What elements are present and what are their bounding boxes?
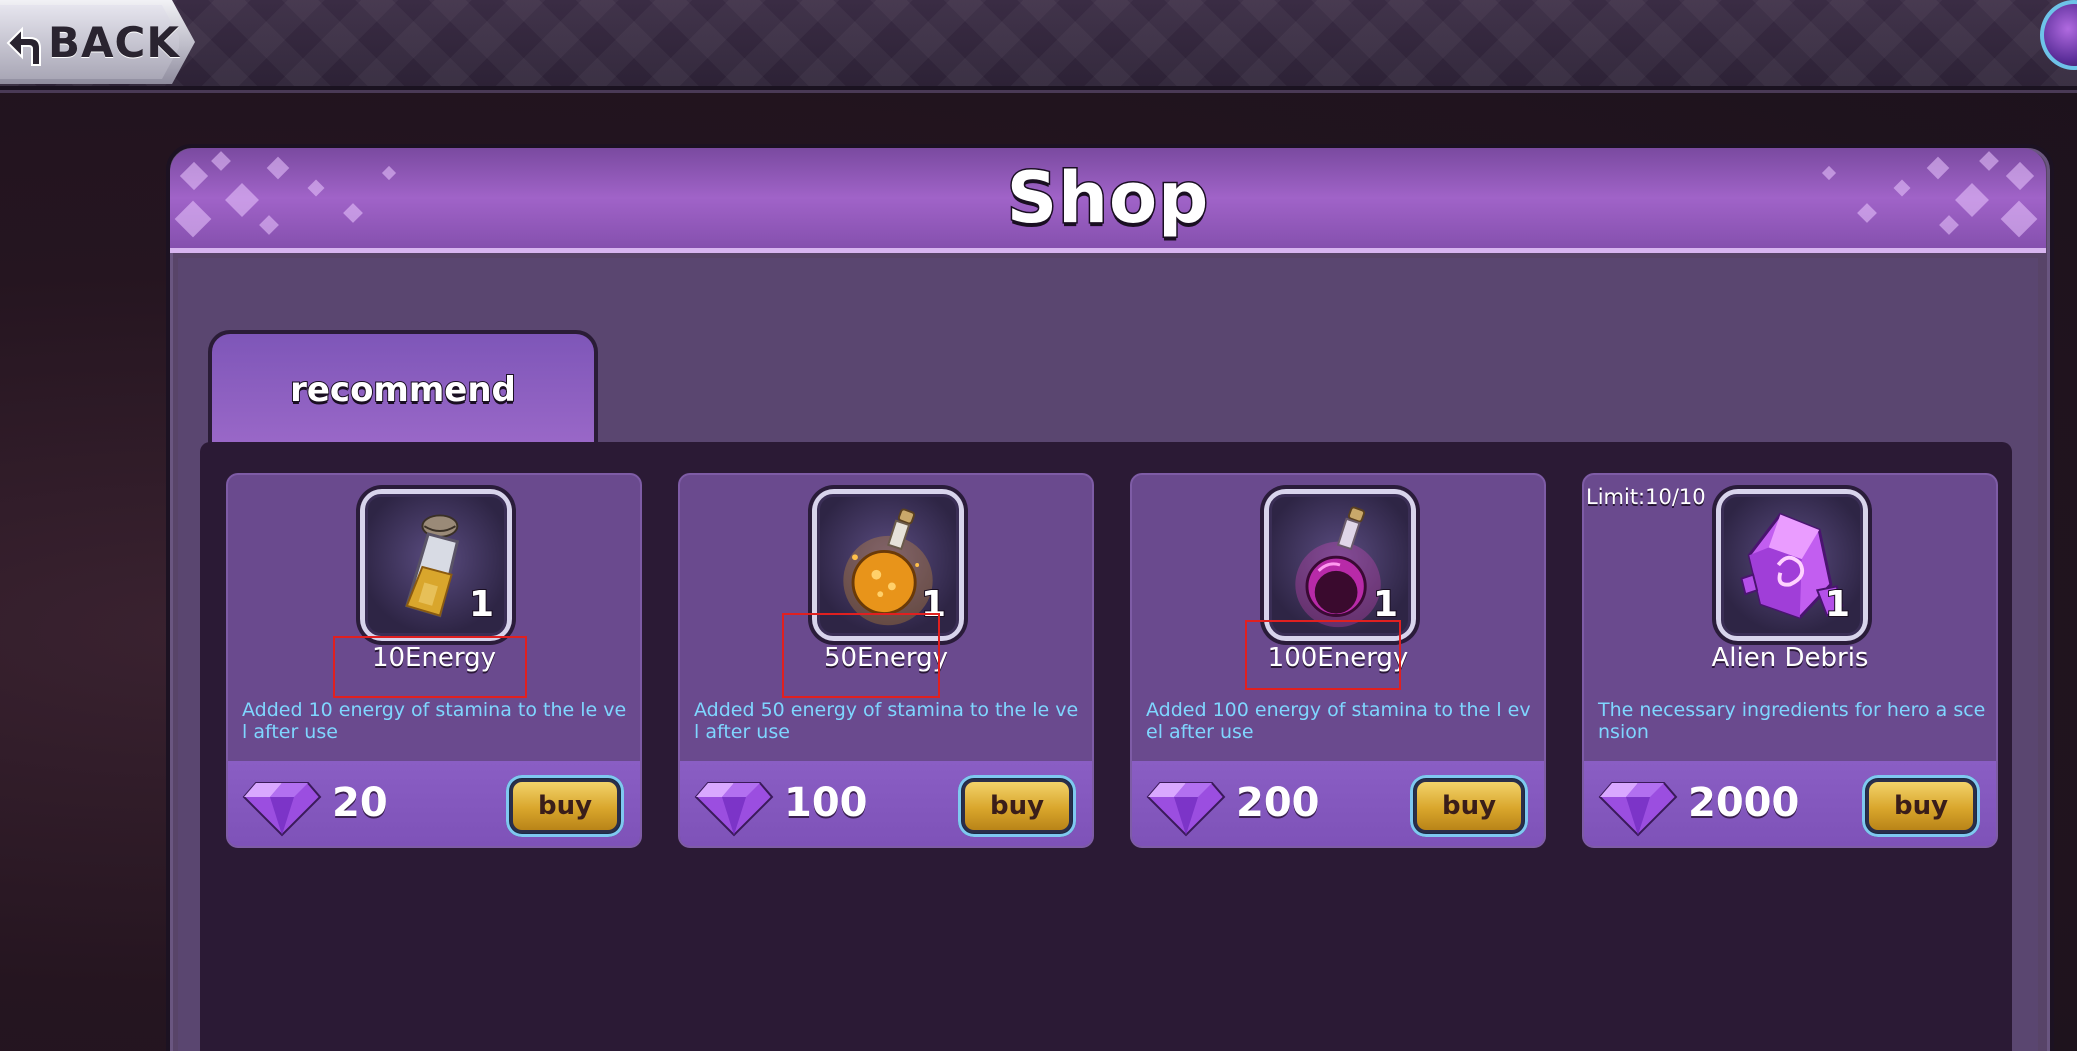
tab-recommend[interactable]: recommend [208, 330, 598, 446]
back-button[interactable]: BACK [0, 0, 195, 84]
page-title: Shop [1005, 156, 1210, 241]
shop-item-card: 1 100Energy Added 100 energy of stamina … [1130, 473, 1546, 848]
item-name: 100Energy [1267, 643, 1409, 673]
item-slot[interactable]: 1 [1716, 489, 1868, 641]
item-name: Alien Debris [1711, 643, 1869, 673]
item-quantity: 1 [920, 583, 947, 626]
shop-header: Shop [170, 148, 2046, 253]
item-quantity: 1 [468, 583, 495, 626]
item-name: 50Energy [823, 643, 949, 673]
shop-item-card: 1 10Energy Added 10 energy of stamina to… [226, 473, 642, 848]
purchase-limit: Limit:10/10 [1586, 485, 1706, 509]
back-label: BACK [48, 17, 180, 67]
item-slot[interactable]: 1 [812, 489, 964, 641]
game-screen: BACK Shop recommend 1 10Energy Added 10 … [0, 0, 2077, 1051]
gem-icon [242, 782, 322, 837]
shop-item-card: 1 50Energy Added 50 energy of stamina to… [678, 473, 1094, 848]
return-arrow-icon [6, 26, 41, 66]
buy-button[interactable]: buy [958, 775, 1076, 837]
buy-button[interactable]: buy [1862, 775, 1980, 837]
item-price: 200 [1236, 780, 1320, 826]
buy-label: buy [537, 791, 593, 821]
buy-button[interactable]: buy [1410, 775, 1528, 837]
gem-icon [1146, 782, 1226, 837]
item-price: 20 [332, 780, 388, 826]
item-name: 10Energy [371, 643, 497, 673]
gem-icon [1598, 782, 1678, 837]
buy-label: buy [1441, 791, 1497, 821]
buy-label: buy [989, 791, 1045, 821]
top-bar [0, 0, 2077, 90]
item-description: The necessary ingredients for hero a sce… [1598, 699, 1986, 743]
item-description: Added 50 energy of stamina to the le vel… [694, 699, 1079, 743]
buy-label: buy [1893, 791, 1949, 821]
tab-label: recommend [289, 369, 517, 411]
item-slot[interactable]: 1 [360, 489, 512, 641]
item-description: Added 10 energy of stamina to the le vel… [242, 699, 627, 743]
gem-icon [694, 782, 774, 837]
item-price: 100 [784, 780, 868, 826]
item-description: Added 100 energy of stamina to the l eve… [1146, 699, 1531, 743]
item-quantity: 1 [1372, 583, 1399, 626]
item-quantity: 1 [1824, 583, 1851, 626]
item-price: 2000 [1688, 780, 1800, 826]
shop-item-card: Limit:10/10 1 Alien Debris The necessary… [1582, 473, 1998, 848]
item-slot[interactable]: 1 [1264, 489, 1416, 641]
buy-button[interactable]: buy [506, 775, 624, 837]
